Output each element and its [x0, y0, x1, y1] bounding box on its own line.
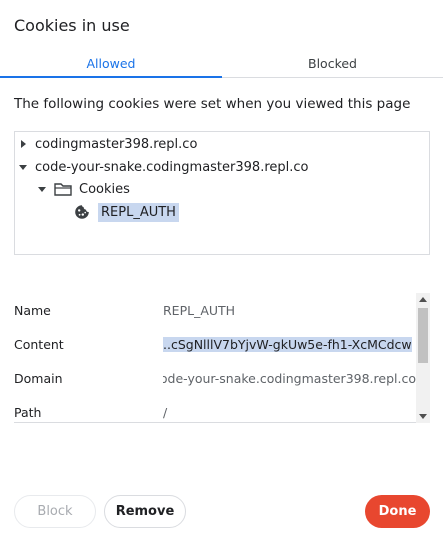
- detail-label-content: Content: [14, 336, 64, 352]
- tree-item-label-selected: REPL_AUTH: [98, 202, 179, 222]
- done-button[interactable]: Done: [365, 495, 430, 528]
- tab-strip: Allowed Blocked: [0, 48, 443, 78]
- detail-value-path[interactable]: /: [163, 405, 416, 420]
- tree-item-cookie[interactable]: REPL_AUTH: [74, 201, 179, 223]
- active-tab-indicator: [0, 76, 222, 78]
- block-button[interactable]: Block: [14, 495, 96, 528]
- tree-item-subdomain[interactable]: code-your-snake.codingmaster398.repl.co: [19, 156, 308, 178]
- remove-button[interactable]: Remove: [104, 495, 186, 528]
- detail-value-content[interactable]: ..cSgNlllV7bYjvW-gkUw5e-fh1-XcMCdcw: [163, 336, 416, 352]
- chevron-down-icon[interactable]: [19, 162, 29, 172]
- detail-label-domain: Domain: [14, 370, 63, 386]
- dialog-title: Cookies in use: [14, 16, 130, 35]
- folder-icon: [54, 182, 72, 196]
- cookie-details: Name REPL_AUTH Content ..cSgNlllV7bYjvW-…: [14, 293, 430, 423]
- scroll-down-icon[interactable]: [419, 414, 427, 419]
- tree-item-cookies-folder[interactable]: Cookies: [38, 178, 130, 200]
- tab-blocked[interactable]: Blocked: [222, 48, 443, 78]
- detail-row-domain: Domain code-your-snake.codingmaster398.r…: [14, 368, 416, 388]
- tree-item-label: Cookies: [79, 181, 130, 197]
- tree-item-label: code-your-snake.codingmaster398.repl.co: [35, 159, 309, 175]
- detail-row-content: Content ..cSgNlllV7bYjvW-gkUw5e-fh1-XcMC…: [14, 334, 416, 354]
- tab-allowed[interactable]: Allowed: [0, 48, 222, 78]
- chevron-right-icon[interactable]: [19, 139, 29, 149]
- cookie-icon: [74, 204, 90, 220]
- detail-row-path: Path /: [14, 402, 416, 422]
- detail-label-name: Name: [14, 302, 51, 318]
- detail-value-name[interactable]: REPL_AUTH: [163, 303, 416, 318]
- detail-label-path: Path: [14, 404, 42, 420]
- detail-value-domain[interactable]: code-your-snake.codingmaster398.repl.co: [163, 371, 416, 386]
- selected-text: ..cSgNlllV7bYjvW-gkUw5e-fh1-XcMCdcw: [163, 336, 412, 352]
- tree-item-label: codingmaster398.repl.co: [35, 136, 198, 152]
- description-text: The following cookies were set when you …: [14, 96, 411, 112]
- domain-text: code-your-snake.codingmaster398.repl.co: [163, 370, 416, 386]
- tree-item-site[interactable]: codingmaster398.repl.co: [19, 133, 197, 155]
- details-scrollbar[interactable]: [416, 293, 430, 423]
- scroll-up-icon[interactable]: [419, 297, 427, 302]
- chevron-down-icon[interactable]: [38, 184, 48, 194]
- scrollbar-thumb[interactable]: [418, 308, 428, 363]
- cookie-tree: codingmaster398.repl.co code-your-snake.…: [14, 131, 430, 255]
- detail-row-name: Name REPL_AUTH: [14, 300, 416, 320]
